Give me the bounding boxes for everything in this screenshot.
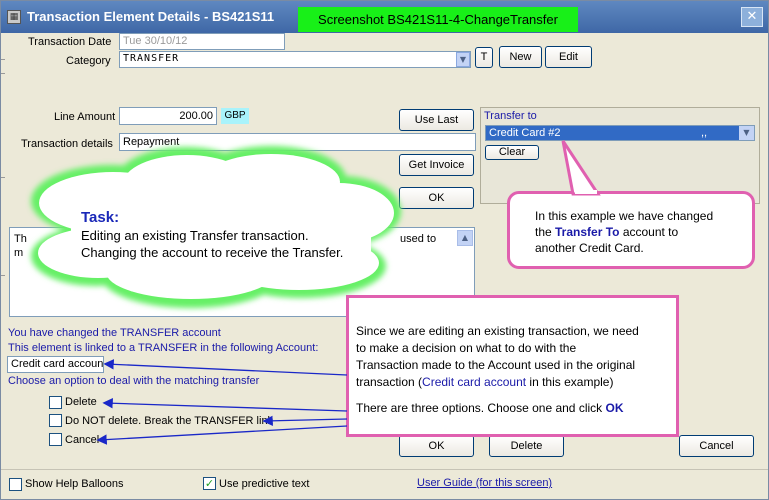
arrow-to-delete-option: [102, 398, 348, 412]
application-window: ▦ Transaction Element Details - BS421S11…: [0, 0, 769, 500]
arrow-to-cancel-option: [96, 425, 348, 445]
annotation-arrows: [96, 140, 601, 445]
arrow-to-account-field: [103, 359, 348, 376]
arrow-to-break-link-option: [262, 415, 348, 427]
transfer-callout-pointer: [561, 140, 601, 196]
